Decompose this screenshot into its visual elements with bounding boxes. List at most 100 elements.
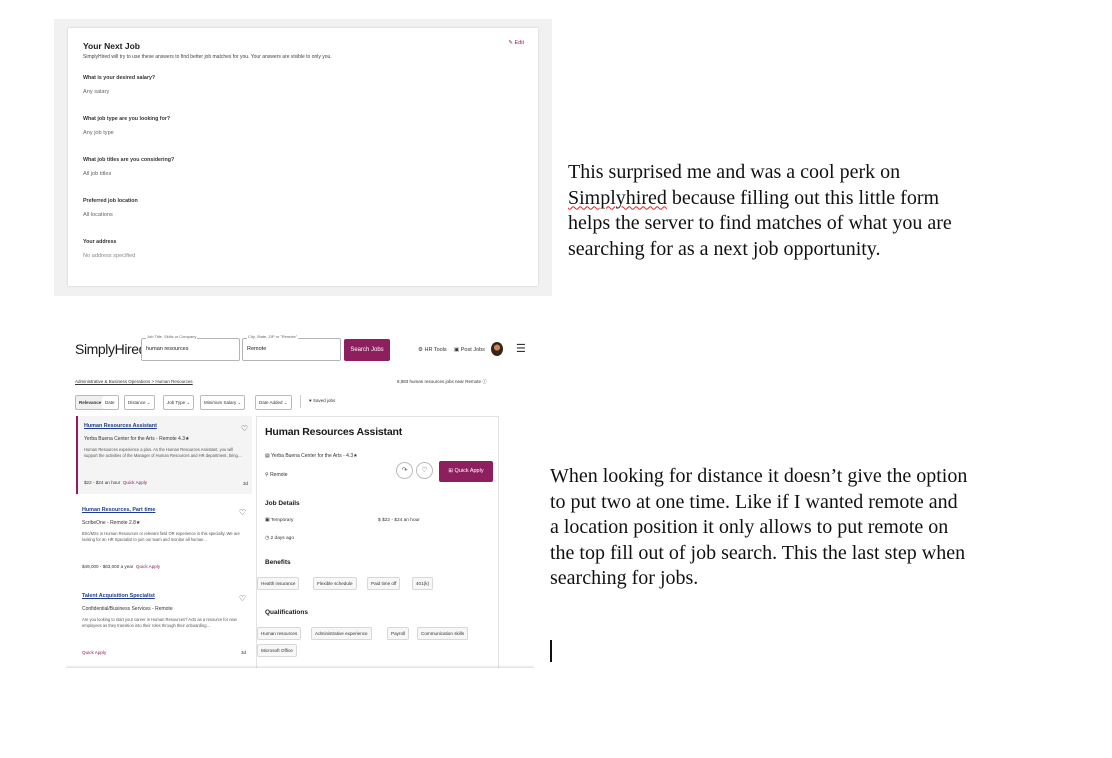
detail-location: ⚲ Remote — [265, 472, 288, 478]
job-card-title[interactable]: Talent Acquisition Specialist — [82, 593, 155, 599]
paragraph-line: Simplyhired because filling out this lit… — [568, 186, 940, 209]
post-jobs-link[interactable]: ▣ Post Jobs — [454, 347, 485, 353]
qualification-chip: Human resources — [257, 627, 302, 640]
simplyhired-search-screenshot: SimplyHired Job Title, Skills or Company… — [66, 328, 534, 668]
job-card-company: Yerba Buena Center for the Arts - Remote… — [84, 436, 190, 442]
job-card-quick-apply[interactable]: Quick Apply — [82, 650, 106, 655]
detail-company: ▤ Yerba Buena Center for the Arts - 4.3★ — [265, 453, 358, 459]
scroll-shadow — [66, 665, 534, 668]
text-cursor[interactable] — [550, 640, 552, 662]
job-type-filter[interactable]: Job Type ⌄ — [163, 395, 195, 410]
what-input-value: human resources — [146, 346, 189, 352]
paragraph-line: to put two at one time. Like if I wanted… — [550, 490, 958, 513]
job-card[interactable]: Human Resources, Part time ♡ ScribeOne -… — [76, 502, 250, 580]
job-card-title[interactable]: Human Resources, Part time — [82, 507, 155, 513]
job-card[interactable]: Talent Acquisition Specialist ♡ Confiden… — [76, 588, 250, 668]
question-location: Preferred job location — [83, 198, 138, 204]
edit-link[interactable]: ✎ Edit — [508, 40, 524, 46]
job-card-age: 3d — [242, 481, 248, 486]
next-job-title: Your Next Job — [83, 41, 140, 51]
save-job-heart-icon[interactable]: ♡ — [241, 424, 248, 433]
briefcase-icon: ▣ — [454, 347, 460, 353]
qualification-chip: Administrative experience — [311, 627, 372, 640]
detail-title: Human Resources Assistant — [265, 426, 402, 438]
next-job-screenshot: Your Next Job SimplyHired will try to us… — [54, 19, 552, 296]
quick-apply-button[interactable]: ⊞ Quick Apply — [439, 461, 493, 482]
job-card-pay: $49,000 - $63,000 a year Quick Apply — [82, 564, 161, 569]
question-address: Your address — [83, 239, 117, 245]
hr-tools-link[interactable]: ⚙ HR Tools — [418, 347, 447, 353]
quick-apply-icon: ⊞ — [448, 468, 454, 474]
chevron-down-icon: ⌄ — [146, 400, 151, 405]
breadcrumb[interactable]: Administrative & Business Operations > H… — [75, 379, 193, 384]
where-input[interactable]: City, State, ZIP or "Remote" Remote — [242, 334, 341, 361]
building-icon: ▤ — [265, 453, 270, 459]
answer-location: All locations — [83, 212, 113, 218]
gear-icon: ⚙ — [418, 347, 423, 353]
chevron-down-icon: ⌄ — [237, 400, 242, 405]
saved-jobs-link[interactable]: ♥ Saved jobs — [309, 398, 335, 403]
benefit-chip: Paid time off — [367, 577, 401, 590]
answer-address: No address specified — [83, 253, 136, 259]
search-jobs-button[interactable]: Search Jobs — [344, 339, 390, 361]
job-card[interactable]: Human Resources Assistant ♡ Yerba Buena … — [76, 416, 252, 494]
job-card-company: Confidential/Business Services - Remote — [82, 606, 173, 612]
job-detail-pane: Human Resources Assistant ▤ Yerba Buena … — [256, 416, 499, 668]
answer-salary: Any salary — [83, 89, 110, 95]
job-card-age: 3d — [240, 650, 246, 655]
paragraph-line: searching for as a next job opportunity. — [568, 237, 881, 260]
next-job-subtitle: SimplyHired will try to use these answer… — [83, 54, 332, 60]
save-heart-icon[interactable]: ♡ — [416, 462, 433, 479]
next-job-card: Your Next Job SimplyHired will try to us… — [68, 28, 538, 286]
dollar-icon: $ — [378, 518, 381, 523]
location-pin-icon: ⚲ — [265, 472, 269, 478]
sort-relevance[interactable]: Relevance — [75, 395, 106, 410]
detail-pay: $ $22 - $24 an hour — [378, 518, 420, 523]
paragraph-line: searching for jobs. — [550, 567, 699, 589]
result-count: 6,983 human resources jobs near Remote ⓘ — [397, 379, 487, 384]
detail-posted: ◷ 2 days ago — [265, 536, 295, 541]
answer-job-type: Any job type — [83, 130, 114, 136]
benefit-chip: Flexible schedule — [313, 577, 357, 590]
minimum-salary-filter[interactable]: Minimum Salary ⌄ — [200, 395, 246, 410]
paragraph-line: the top fill out of job search. This the… — [550, 541, 966, 564]
paragraph-line: This surprised me and was a cool perk on — [568, 161, 901, 183]
briefcase-icon: ▣ — [265, 518, 270, 523]
spellcheck-word: Simplyhired — [568, 186, 667, 209]
chevron-down-icon: ⌄ — [283, 400, 288, 405]
paragraph-line: When looking for distance it doesn’t giv… — [550, 465, 968, 487]
heart-icon: ♥ — [309, 398, 312, 403]
paragraph-distance-option: When looking for distance it doesn’t giv… — [550, 464, 967, 592]
job-details-heading: Job Details — [265, 500, 300, 507]
clock-icon: ◷ — [265, 536, 270, 541]
paragraph-line: a location position it only allows to pu… — [550, 516, 949, 538]
sort-date[interactable]: Date — [102, 395, 119, 410]
hamburger-menu-icon[interactable]: ☰ — [516, 342, 526, 355]
what-input[interactable]: Job Title, Skills or Company human resou… — [141, 334, 240, 361]
job-card-title[interactable]: Human Resources Assistant — [84, 423, 157, 429]
chevron-down-icon: ⌄ — [186, 400, 191, 405]
job-card-company: ScribeOne - Remote 2.8★ — [82, 520, 141, 526]
what-input-label: Job Title, Skills or Company — [146, 334, 198, 339]
benefits-heading: Benefits — [265, 559, 291, 566]
where-input-label: City, State, ZIP or "Remote" — [247, 334, 299, 339]
qualification-chip: Communication skills — [417, 627, 469, 640]
question-salary: What is your desired salary? — [83, 75, 156, 81]
share-icon[interactable]: ↷ — [396, 462, 413, 479]
where-input-value: Remote — [247, 346, 267, 352]
job-card-description: Human Resources experience a plus. As th… — [84, 447, 242, 458]
avatar[interactable] — [491, 342, 503, 356]
benefit-chip: 401(k) — [412, 577, 434, 590]
question-job-titles: What job titles are you considering? — [83, 157, 175, 163]
job-card-pay: $22 - $24 an hour Quick Apply — [84, 480, 148, 485]
distance-filter[interactable]: Distance ⌄ — [124, 395, 155, 410]
save-job-heart-icon[interactable]: ♡ — [239, 508, 246, 517]
save-job-heart-icon[interactable]: ♡ — [239, 594, 246, 603]
info-icon[interactable]: ⓘ — [482, 379, 487, 384]
simplyhired-logo[interactable]: SimplyHired — [75, 341, 146, 357]
detail-job-type: ▣ Temporary — [265, 518, 294, 523]
job-card-description: Are you looking to start your career in … — [82, 617, 237, 628]
qualifications-heading: Qualifications — [265, 609, 308, 616]
date-added-filter[interactable]: Date Added ⌄ — [255, 395, 292, 410]
filter-divider — [300, 395, 301, 408]
